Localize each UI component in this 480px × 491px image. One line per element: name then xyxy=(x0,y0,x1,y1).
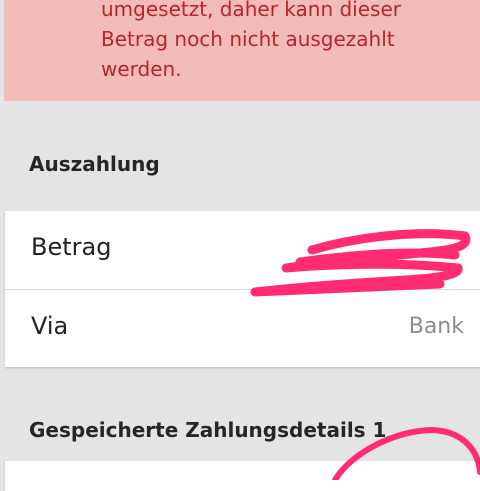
warning-alert: umgesetzt, daher kann dieser Betrag noch… xyxy=(4,0,480,101)
saved-details-section-title: Gespeicherte Zahlungsdetails 1 xyxy=(29,418,387,442)
alert-message: umgesetzt, daher kann dieser Betrag noch… xyxy=(101,0,401,81)
payout-section-title: Auszahlung xyxy=(29,152,160,176)
saved-details-card[interactable] xyxy=(5,461,480,491)
amount-label: Betrag xyxy=(31,233,112,261)
amount-row: Betrag xyxy=(5,211,480,289)
via-label: Via xyxy=(31,312,69,340)
payout-card: Betrag Via Bank xyxy=(5,211,480,367)
via-value: Bank xyxy=(408,314,464,339)
via-row[interactable]: Via Bank xyxy=(5,289,480,367)
